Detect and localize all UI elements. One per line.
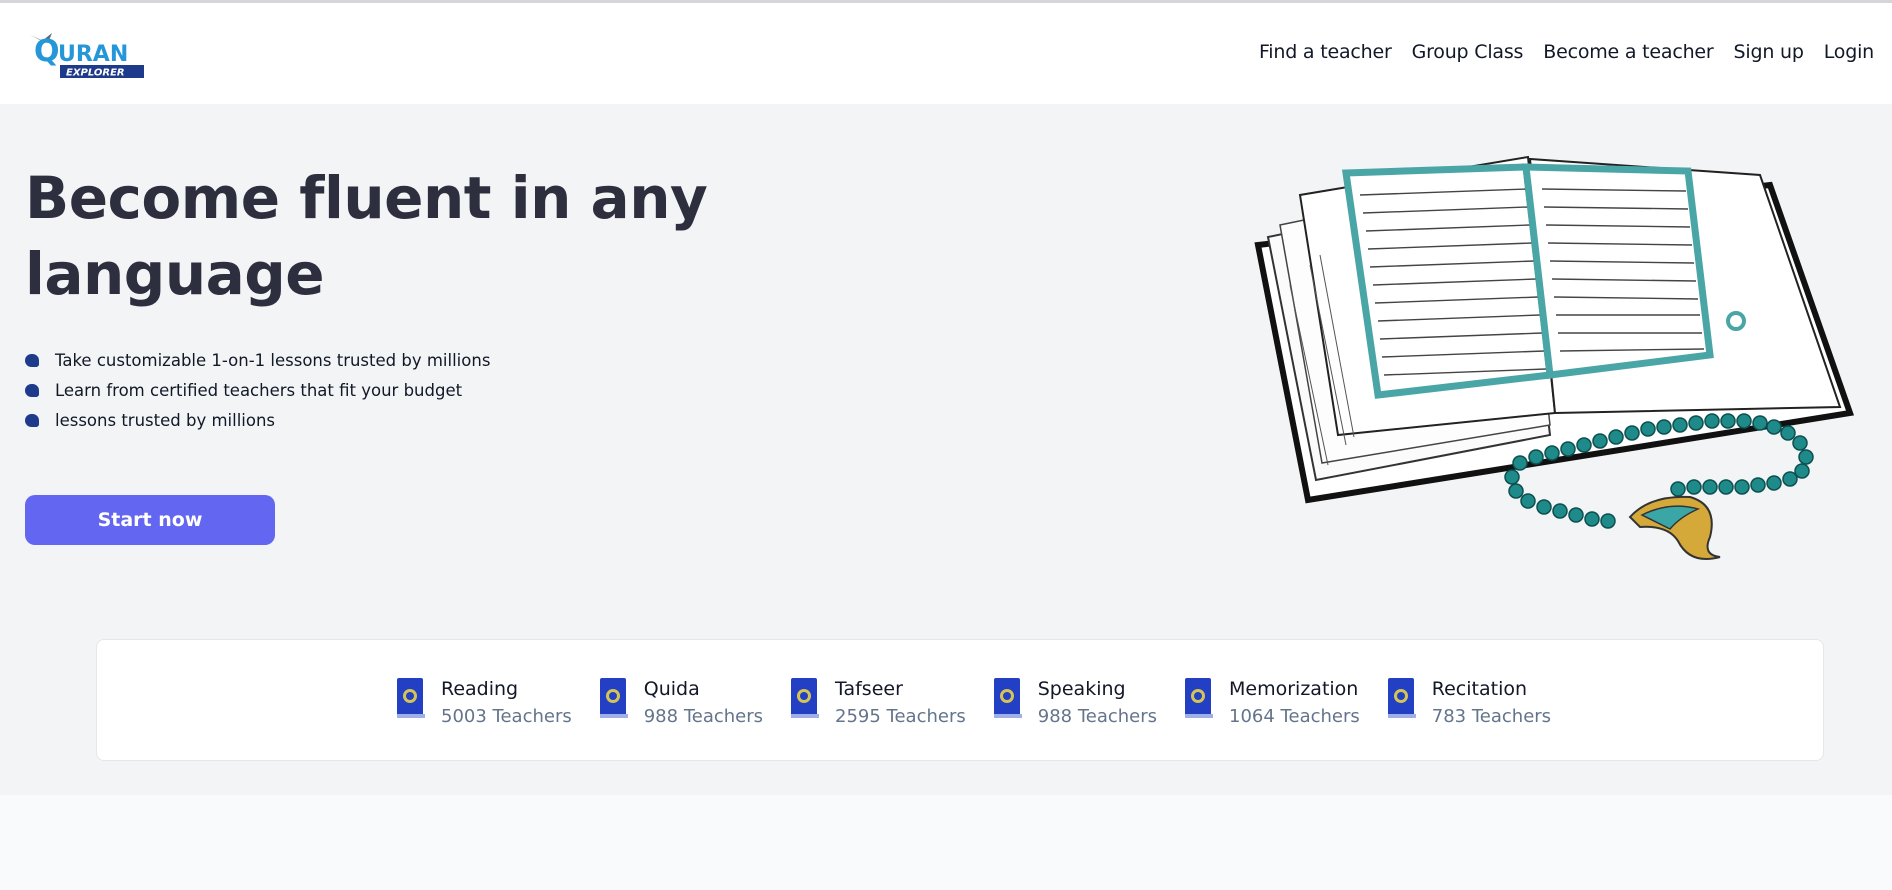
category-memorization[interactable]: Memorization 1064 Teachers (1183, 676, 1360, 732)
category-count: 1064 Teachers (1229, 706, 1360, 727)
quran-book-icon (397, 678, 425, 718)
category-count: 988 Teachers (1037, 706, 1158, 727)
open-quran-icon (1254, 155, 1855, 560)
feature-item: Learn from certified teachers that fit y… (25, 375, 490, 405)
nav-find-teacher[interactable]: Find a teacher (1259, 41, 1392, 63)
category-reading[interactable]: Reading 5003 Teachers (395, 676, 572, 732)
category-name: Reading (441, 678, 519, 700)
quran-illustration (1250, 145, 1860, 565)
start-now-button[interactable]: Start now (25, 495, 275, 545)
feature-list: Take customizable 1-on-1 lessons trusted… (25, 345, 490, 435)
quran-book-icon (993, 678, 1022, 718)
main-nav: Find a teacher Group Class Become a teac… (1259, 41, 1874, 63)
category-name: Speaking (1037, 678, 1126, 700)
logo-sub-text: EXPLORER (66, 68, 125, 79)
quran-book-icon (599, 678, 628, 718)
nav-become-teacher[interactable]: Become a teacher (1543, 41, 1713, 63)
quran-book-icon (791, 678, 820, 718)
bullet-icon (25, 413, 39, 427)
nav-login[interactable]: Login (1824, 41, 1874, 63)
category-name: Tafseer (835, 678, 903, 700)
bullet-icon (25, 353, 39, 367)
hero-title: Become fluent in any language (25, 164, 708, 308)
category-count: 988 Teachers (643, 706, 764, 727)
feature-item: lessons trusted by millions (25, 405, 490, 435)
feature-text: Learn from certified teachers that fit y… (55, 380, 463, 400)
brand-logo[interactable]: Q URAN EXPLORER (28, 29, 144, 83)
category-count: 2595 Teachers (835, 706, 966, 727)
category-name: Quida (643, 678, 700, 700)
category-recitation[interactable]: Recitation 783 Teachers (1386, 676, 1551, 732)
site-header: Q URAN EXPLORER Find a teacher Group Cla… (0, 3, 1892, 104)
category-tafseer[interactable]: Tafseer 2595 Teachers (789, 676, 966, 732)
category-speaking[interactable]: Speaking 988 Teachers (992, 676, 1157, 732)
category-count: 783 Teachers (1431, 706, 1552, 727)
category-list: Reading 5003 Teachers Quida 988 Teachers… (395, 676, 1577, 732)
quran-book-icon (1185, 678, 1214, 718)
feature-item: Take customizable 1-on-1 lessons trusted… (25, 345, 490, 375)
logo-main-text: URAN (58, 42, 128, 67)
category-name: Memorization (1229, 678, 1359, 700)
page-footer-band (0, 795, 1892, 890)
nav-group-class[interactable]: Group Class (1412, 41, 1524, 63)
quran-book-icon (1387, 678, 1416, 718)
category-quida[interactable]: Quida 988 Teachers (598, 676, 763, 732)
logo-graphic: Q URAN EXPLORER (30, 33, 144, 79)
category-name: Recitation (1431, 678, 1528, 700)
logo-q-letter: Q (34, 34, 60, 69)
category-count: 5003 Teachers (441, 706, 572, 727)
categories-panel: Reading 5003 Teachers Quida 988 Teachers… (96, 639, 1824, 761)
feature-text: lessons trusted by millions (55, 410, 276, 430)
bullet-icon (25, 383, 39, 397)
feature-text: Take customizable 1-on-1 lessons trusted… (55, 350, 491, 370)
nav-sign-up[interactable]: Sign up (1734, 41, 1804, 63)
